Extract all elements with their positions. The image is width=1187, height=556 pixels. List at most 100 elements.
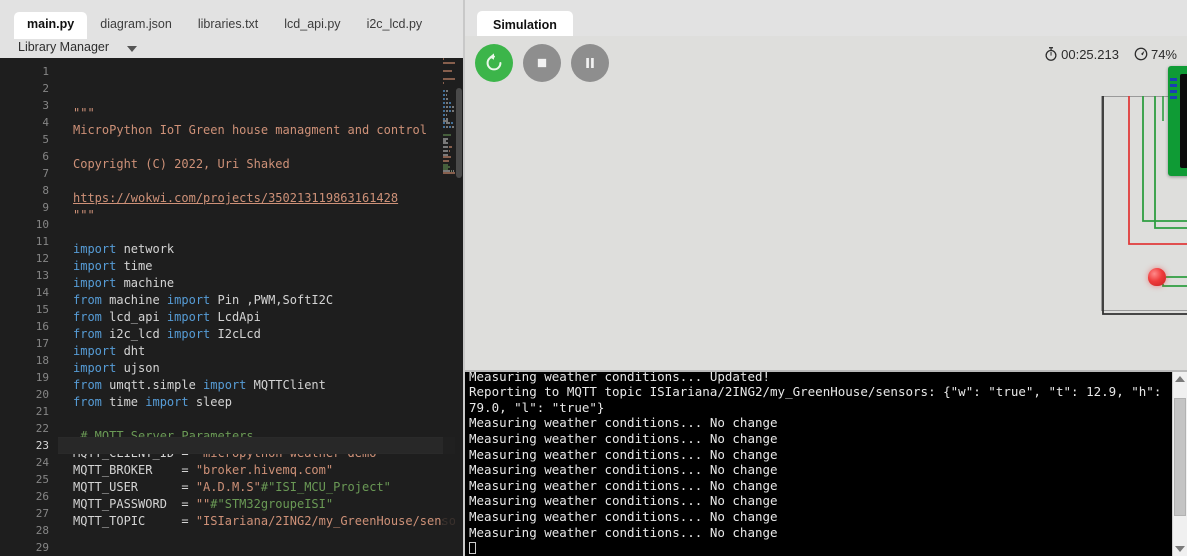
pause-icon [586, 58, 594, 68]
minimap-row [443, 142, 455, 162]
library-manager-button[interactable]: Library Manager [18, 40, 137, 54]
line-number: 26 [35, 490, 49, 503]
pane-divider[interactable] [463, 0, 465, 556]
console-cursor [469, 542, 476, 555]
line-number: 3 [42, 99, 49, 112]
simulation-canvas[interactable]: 00:25.213 74% [463, 36, 1187, 370]
console-line: Reporting to MQTT topic ISIariana/2ING2/… [469, 384, 1169, 415]
minimap-row [443, 126, 455, 129]
minimap-row [443, 102, 455, 122]
code-line: import machine [73, 276, 175, 290]
editor-minimap[interactable] [443, 58, 455, 556]
code-line: https://wokwi.com/projects/3502131198631… [73, 191, 399, 205]
minimap-row [443, 118, 455, 121]
minimap-row [443, 66, 455, 69]
editor-vertical-scrollbar[interactable] [455, 58, 463, 556]
line-number: 5 [42, 133, 49, 146]
minimap-row [443, 130, 455, 133]
code-line: import network [73, 242, 175, 256]
serial-console[interactable]: Connecting to MQTT server... Connected!M… [463, 370, 1187, 556]
line-number-gutter: 1 2 3 4 5 6 7 8 9 10 11 12 13 14 15 16 17 18 19 20 21 22 23 24 2… [0, 58, 58, 556]
code-line: Copyright (C) 2022, Uri Shaked [73, 157, 290, 171]
stopwatch-icon [1045, 47, 1057, 61]
line-number: 16 [35, 320, 49, 333]
line-number: 8 [42, 184, 49, 197]
line-number: 22 [35, 422, 49, 435]
minimap-row [443, 62, 455, 65]
minimap-row [443, 78, 455, 81]
minimap-row [443, 150, 455, 170]
console-scrollbar-thumb[interactable] [1174, 398, 1186, 516]
console-line: Measuring weather conditions... No chang… [469, 477, 778, 493]
line-number: 19 [35, 371, 49, 384]
line-number: 13 [35, 269, 49, 282]
editor-scrollbar-thumb[interactable] [456, 88, 462, 178]
editor-tab-main-py[interactable]: main.py [14, 12, 88, 39]
console-line: Measuring weather conditions... No chang… [469, 508, 778, 524]
simulation-controls [475, 44, 609, 82]
line-number: 1 [42, 65, 49, 78]
line-number: 7 [42, 167, 49, 180]
lcd-display[interactable]: my green house info:t: 12.9 H: 79.0Light… [1168, 66, 1187, 176]
line-number: 29 [35, 541, 49, 554]
console-line: Measuring weather conditions... No chang… [469, 524, 778, 540]
line-number: 11 [35, 235, 49, 248]
restart-icon [486, 53, 502, 71]
line-number: 15 [35, 303, 49, 316]
line-number: 9 [42, 201, 49, 214]
console-line: Measuring weather conditions... No chang… [469, 415, 778, 431]
code-line: MQTT_USER = "A.D.M.S"#"ISI_MCU_Project" [73, 480, 391, 494]
gauge-icon [1134, 47, 1148, 61]
wokwi-simulator-window: main.py diagram.json libraries.txt lcd_api.… [0, 0, 1187, 556]
pause-button[interactable] [571, 44, 609, 82]
code-line: from lcd_api import LcdApi [73, 310, 261, 324]
minimap-row [443, 146, 455, 166]
code-line: MQTT_CLIENT_ID = "micropython-weather-de… [73, 446, 384, 460]
console-line: Measuring weather conditions... No chang… [469, 493, 778, 509]
led-bulb [1148, 268, 1166, 286]
editor-tab-lcd-api-py[interactable]: lcd_api.py [271, 12, 353, 39]
console-line: Measuring weather conditions... No chang… [469, 430, 778, 446]
code-line: MQTT_PASSWORD = ""#"STM32groupeISI" [73, 497, 334, 511]
code-editor-pane: main.py diagram.json libraries.txt lcd_api.… [0, 0, 463, 556]
code-line: from i2c_lcd import I2cLcd [73, 327, 261, 341]
code-line: from machine import Pin ,PWM,SoftI2C [73, 293, 334, 307]
code-area[interactable]: 1 2 3 4 5 6 7 8 9 10 11 12 13 14 15 16 17 18 19 20 21 22 23 24 2… [0, 58, 463, 556]
minimap-row [443, 122, 455, 142]
line-number: 6 [42, 150, 49, 163]
simulation-timer: 00:25.213 [1061, 46, 1119, 62]
line-number: 28 [35, 524, 49, 537]
minimap-row [443, 58, 455, 61]
simulation-tab-bar: Simulation [463, 0, 1187, 40]
editor-tab-bar: main.py diagram.json libraries.txt lcd_api.… [0, 0, 463, 39]
code-line: MicroPython IoT Green house managment an… [73, 123, 428, 137]
lcd-bezel: my green house info:t: 12.9 H: 79.0Light… [1180, 74, 1187, 168]
code-line: from umqtt.simple import MQTTClient [73, 378, 326, 392]
red-led[interactable] [1148, 268, 1166, 286]
console-scrollbar[interactable] [1172, 372, 1187, 556]
simulation-pane: Simulation 00:25.213 74% Measuring weath… [463, 0, 1187, 556]
code-content[interactable]: """ MicroPython IoT Green house managment… [58, 58, 463, 556]
simulation-gauge: 74% [1150, 46, 1177, 62]
line-number: 20 [35, 388, 49, 401]
code-line: """ [73, 208, 95, 222]
library-manager-label: Library Manager [18, 40, 110, 54]
editor-tab-i2c-lcd-py[interactable]: i2c_lcd.py [354, 12, 436, 39]
code-line: """ [73, 106, 95, 120]
editor-tab-libraries-txt[interactable]: libraries.txt [185, 12, 271, 39]
code-line: # MQTT Server Parameters [73, 429, 254, 443]
scroll-down-arrow[interactable] [1173, 542, 1187, 556]
line-number: 12 [35, 252, 49, 265]
restart-button[interactable] [475, 44, 513, 82]
stop-button[interactable] [523, 44, 561, 82]
scroll-up-arrow[interactable] [1173, 372, 1187, 386]
editor-tab-diagram-json[interactable]: diagram.json [87, 12, 185, 39]
console-line: Measuring weather conditions... No chang… [469, 462, 778, 478]
line-number: 4 [42, 116, 49, 129]
minimap-row [443, 138, 455, 158]
code-line: from time import sleep [73, 395, 232, 409]
